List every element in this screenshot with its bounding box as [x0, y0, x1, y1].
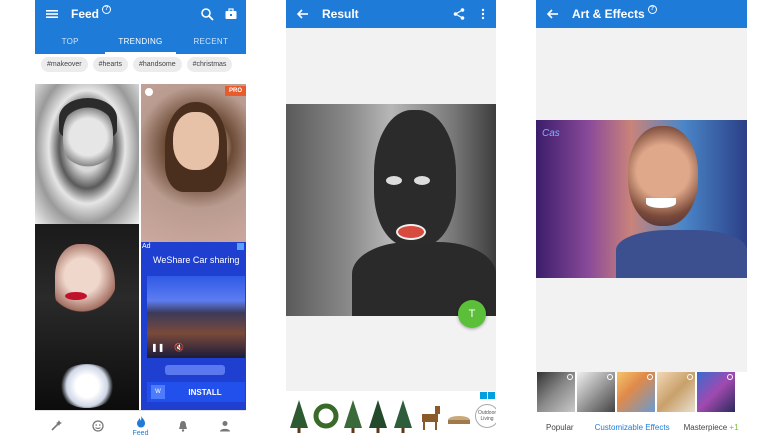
bell-icon: [176, 419, 190, 433]
user-avatar-icon: [145, 88, 153, 96]
result-appbar: Result: [286, 0, 496, 28]
download-icon: [727, 374, 733, 380]
category-masterpiece[interactable]: Masterpiece +1: [684, 423, 739, 432]
smiley-icon: [91, 419, 105, 433]
photo-subject-smile: [646, 198, 676, 208]
effect-thumbnails: [536, 372, 747, 414]
tab-trending[interactable]: TRENDING: [105, 28, 176, 54]
effects-screen: Art & Effects ? Cas Popular Customizable…: [536, 0, 747, 440]
ad-label: Ad: [142, 243, 151, 250]
photo-white-rose: [57, 364, 117, 408]
share-icon[interactable]: [452, 7, 466, 21]
back-arrow-icon[interactable]: [296, 7, 310, 21]
reindeer-thumb: [417, 396, 443, 436]
help-icon[interactable]: ?: [102, 4, 112, 14]
effects-photo-preview[interactable]: Cas: [536, 120, 747, 278]
more-vert-icon[interactable]: [476, 7, 490, 21]
nav-item-effects[interactable]: [35, 419, 77, 433]
photo-subject-head: [628, 126, 698, 226]
install-button-label: INSTALL: [188, 387, 222, 397]
bottom-navigation: Feed: [35, 410, 246, 440]
ad-banner[interactable]: Ad WeShare Car sharing ❚❚ 🔇 W INSTALL: [141, 242, 246, 410]
effects-appbar: Art & Effects ?: [536, 0, 747, 28]
magic-wand-icon: [49, 419, 63, 433]
hamburger-menu-icon[interactable]: [45, 7, 59, 21]
text-fab-button[interactable]: T: [458, 300, 486, 328]
category-popular[interactable]: Popular: [546, 423, 574, 432]
hashtag-chip[interactable]: #christmas: [186, 57, 233, 72]
feed-appbar: Feed ?: [35, 0, 246, 28]
download-icon: [687, 374, 693, 380]
person-icon: [218, 419, 232, 433]
result-photo-zombie[interactable]: [286, 104, 496, 316]
video-controls: ❚❚ 🔇: [151, 343, 184, 352]
photo-subject-body: [616, 230, 747, 278]
back-arrow-icon[interactable]: [546, 7, 560, 21]
artwork-signature: Cas: [542, 128, 560, 139]
effect-thumb[interactable]: [577, 372, 615, 412]
tree-thumb: [342, 396, 364, 436]
page-title: Feed: [71, 7, 100, 21]
pause-icon[interactable]: ❚❚: [151, 343, 164, 352]
category-customizable-effects[interactable]: Customizable Effects: [595, 423, 670, 432]
ad-video[interactable]: ❚❚ 🔇: [147, 276, 245, 358]
ad-strip-christmas-trees[interactable]: Outdoor Living: [286, 391, 496, 440]
effect-thumb[interactable]: [697, 372, 735, 412]
effect-thumb[interactable]: [537, 372, 575, 412]
effect-categories: Popular Customizable Effects Masterpiece…: [536, 414, 747, 440]
hashtag-chip[interactable]: #makeover: [41, 57, 88, 72]
photo-subject-eye: [414, 176, 430, 185]
log-slice-thumb: [446, 396, 472, 436]
category-masterpiece-label: Masterpiece: [683, 422, 728, 432]
brand-logo: Outdoor Living: [475, 396, 496, 436]
download-icon: [647, 374, 653, 380]
tree-thumb: [367, 396, 389, 436]
nav-item-stickers[interactable]: [77, 419, 119, 433]
hashtag-chip[interactable]: #hearts: [92, 57, 128, 72]
nav-item-feed[interactable]: Feed: [119, 415, 161, 437]
photo-subject-mouth: [396, 224, 426, 240]
photo-subject-eye: [386, 176, 402, 185]
masterpiece-badge: +1: [729, 422, 739, 432]
feed-photo-snowflake-frame[interactable]: [35, 84, 139, 224]
feed-photo-makeup[interactable]: [35, 224, 139, 410]
pro-badge: PRO: [224, 86, 246, 96]
weshare-logo-icon: W: [151, 385, 165, 399]
tab-recent[interactable]: RECENT: [176, 28, 246, 54]
ad-blurred-text: [165, 365, 225, 375]
flame-icon: [134, 415, 148, 429]
outdoor-living-logo: Outdoor Living: [475, 403, 496, 428]
tree-thumb: [288, 396, 310, 436]
nav-item-profile[interactable]: [204, 419, 246, 433]
photo-subject-face: [63, 104, 113, 170]
nav-item-notifications[interactable]: [162, 419, 204, 433]
photo-subject-lips: [65, 292, 87, 300]
mute-icon[interactable]: 🔇: [174, 343, 184, 352]
download-icon: [607, 374, 613, 380]
nav-item-feed-label: Feed: [132, 429, 149, 437]
tree-thumb: [392, 396, 414, 436]
help-icon[interactable]: ?: [647, 4, 657, 14]
photo-subject-face: [55, 244, 115, 324]
wreath-thumb: [313, 396, 339, 436]
feed-tabs: TOP TRENDING RECENT: [35, 28, 246, 54]
ad-choices-icon[interactable]: [480, 392, 495, 399]
briefcase-icon[interactable]: [224, 7, 238, 21]
page-title: Result: [322, 7, 359, 21]
search-icon[interactable]: [200, 7, 214, 21]
page-title: Art & Effects: [572, 7, 645, 21]
effect-thumb[interactable]: [657, 372, 695, 412]
download-icon: [567, 374, 573, 380]
tab-top[interactable]: TOP: [35, 28, 105, 54]
install-button[interactable]: W INSTALL: [147, 382, 245, 402]
effect-thumb[interactable]: [617, 372, 655, 412]
photo-subject-face: [173, 112, 219, 170]
ad-choices-icon[interactable]: [237, 243, 244, 250]
feed-screen: Feed ? TOP TRENDING RECENT #makeover #he…: [35, 0, 246, 440]
ad-title: WeShare Car sharing: [153, 255, 240, 265]
feed-photo-petals[interactable]: PRO: [141, 84, 246, 242]
hashtag-chips: #makeover #hearts #handsome #christmas: [41, 57, 233, 72]
hashtag-chip[interactable]: #handsome: [133, 57, 182, 72]
result-screen: Result T Outdoor Living: [286, 0, 496, 440]
